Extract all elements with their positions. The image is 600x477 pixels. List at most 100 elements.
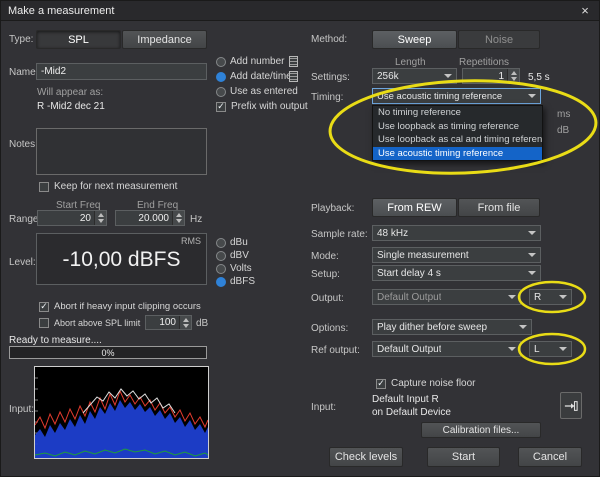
- name-input[interactable]: -Mid2: [36, 63, 207, 80]
- ref-output-combo[interactable]: Default Output: [372, 341, 521, 357]
- combo-value: Default Output: [377, 344, 441, 355]
- chevron-down-icon: [559, 295, 567, 299]
- spinner-arrows-icon[interactable]: [172, 211, 184, 225]
- radio-icon[interactable]: [216, 264, 226, 274]
- input-device-line1: Default Input R: [372, 394, 439, 405]
- spl-button[interactable]: SPL: [36, 30, 121, 49]
- calibration-files-button[interactable]: Calibration files...: [421, 422, 541, 438]
- radio-use-as-entered[interactable]: Use as entered: [216, 86, 298, 97]
- timing-option[interactable]: Use loopback as cal and timing reference: [373, 133, 542, 147]
- combo-value: Use acoustic timing reference: [377, 91, 502, 102]
- radio-dbu[interactable]: dBu: [216, 237, 248, 248]
- number-list-icon[interactable]: [289, 56, 298, 67]
- checkbox-label: Capture noise floor: [391, 378, 476, 389]
- checkbox-checked-icon[interactable]: [376, 379, 386, 389]
- timing-label: Timing:: [311, 92, 343, 103]
- mode-combo[interactable]: Single measurement: [372, 247, 541, 263]
- timing-dropdown-list[interactable]: No timing referenceUse loopback as timin…: [372, 105, 543, 161]
- radio-icon[interactable]: [216, 87, 226, 97]
- select-input-button[interactable]: [560, 392, 582, 419]
- start-button[interactable]: Start: [427, 447, 500, 467]
- name-input-value: -Mid2: [41, 66, 66, 77]
- abort-spl-checkbox[interactable]: Abort above SPL limit: [39, 318, 140, 328]
- setup-combo[interactable]: Start delay 4 s: [372, 265, 541, 281]
- radio-add-datetime[interactable]: Add date/time: [216, 71, 292, 82]
- abort-clipping-checkbox[interactable]: Abort if heavy input clipping occurs: [39, 301, 201, 312]
- checkbox-icon[interactable]: [39, 318, 49, 328]
- spl-limit-spinner[interactable]: 100: [145, 315, 192, 330]
- sweep-length-combo[interactable]: 256k: [372, 68, 457, 84]
- output-label: Output:: [311, 293, 344, 304]
- mode-label: Mode:: [311, 251, 339, 262]
- radio-dbfs[interactable]: dBFS: [216, 276, 255, 287]
- start-freq-spinner[interactable]: 20: [37, 210, 107, 226]
- timing-option[interactable]: No timing reference: [373, 106, 542, 120]
- sample-rate-label: Sample rate:: [311, 229, 368, 240]
- combo-value: Single measurement: [377, 250, 469, 261]
- notes-textarea[interactable]: [36, 128, 207, 175]
- checkbox-checked-icon[interactable]: [216, 102, 226, 112]
- repetitions-spinner[interactable]: 1: [462, 68, 520, 84]
- ref-output-channel-combo[interactable]: L: [529, 341, 572, 357]
- timing-option[interactable]: Use acoustic timing reference: [373, 147, 542, 161]
- datetime-format-icon[interactable]: [289, 71, 298, 82]
- from-rew-button[interactable]: From REW: [372, 198, 457, 217]
- timing-combo[interactable]: Use acoustic timing reference: [372, 88, 541, 104]
- will-appear-label: Will appear as:: [37, 87, 103, 98]
- from-file-button[interactable]: From file: [458, 198, 540, 217]
- combo-value: Play dither before sweep: [377, 322, 487, 333]
- radio-icon[interactable]: [216, 57, 226, 67]
- radio-icon[interactable]: [216, 238, 226, 248]
- radio-volts[interactable]: Volts: [216, 263, 252, 274]
- spinner-arrows-icon[interactable]: [94, 211, 106, 225]
- end-freq-spinner[interactable]: 20.000: [115, 210, 185, 226]
- length-label: Length: [395, 57, 426, 68]
- chevron-down-icon: [444, 74, 452, 78]
- combo-value: R: [534, 292, 541, 303]
- radio-selected-icon[interactable]: [216, 72, 226, 82]
- spinner-arrows-icon[interactable]: [179, 316, 191, 329]
- combo-value: L: [534, 344, 540, 355]
- input-jack-icon: [564, 399, 578, 413]
- noise-button[interactable]: Noise: [458, 30, 540, 49]
- checkbox-label: Abort if heavy input clipping occurs: [54, 301, 201, 312]
- hz-label: Hz: [190, 214, 202, 225]
- input-label: Input:: [9, 404, 34, 415]
- spinner-value: 20: [38, 213, 94, 224]
- output-channel-combo[interactable]: R: [529, 289, 572, 305]
- capture-noise-floor-checkbox[interactable]: Capture noise floor: [376, 378, 476, 389]
- radio-add-number[interactable]: Add number: [216, 56, 284, 67]
- check-levels-button[interactable]: Check levels: [329, 447, 403, 467]
- sweep-button[interactable]: Sweep: [372, 30, 457, 49]
- radio-dbv[interactable]: dBV: [216, 250, 249, 261]
- radio-label: Add number: [230, 56, 284, 67]
- sample-rate-combo[interactable]: 48 kHz: [372, 225, 541, 241]
- ms-label: ms: [557, 109, 570, 120]
- chevron-down-icon: [508, 347, 516, 351]
- cancel-button[interactable]: Cancel: [518, 447, 582, 467]
- options-combo[interactable]: Play dither before sweep: [372, 319, 532, 335]
- chevron-down-icon: [528, 231, 536, 235]
- status-text: Ready to measure....: [9, 335, 102, 346]
- ref-output-label: Ref output:: [311, 345, 360, 356]
- checkbox-checked-icon[interactable]: [39, 302, 49, 312]
- input-device-line2: on Default Device: [372, 407, 451, 418]
- chevron-down-icon: [508, 295, 516, 299]
- checkbox-icon[interactable]: [39, 182, 49, 192]
- radio-label: dBV: [230, 250, 249, 261]
- radio-icon[interactable]: [216, 251, 226, 261]
- timing-option[interactable]: Use loopback as timing reference: [373, 120, 542, 134]
- output-combo[interactable]: Default Output: [372, 289, 521, 305]
- radio-selected-icon[interactable]: [216, 277, 226, 287]
- spinner-value: 1: [463, 71, 507, 82]
- close-icon[interactable]: ×: [577, 2, 593, 18]
- checkbox-label: Keep for next measurement: [54, 181, 177, 192]
- radio-label: Use as entered: [230, 86, 298, 97]
- prefix-with-output-checkbox[interactable]: Prefix with output: [216, 101, 308, 112]
- playback-label: Playback:: [311, 203, 354, 214]
- name-label: Name:: [9, 67, 38, 78]
- keep-for-next-checkbox[interactable]: Keep for next measurement: [39, 181, 177, 192]
- spinner-arrows-icon[interactable]: [507, 69, 519, 83]
- impedance-button[interactable]: Impedance: [122, 30, 207, 49]
- spinner-value: 20.000: [116, 213, 172, 224]
